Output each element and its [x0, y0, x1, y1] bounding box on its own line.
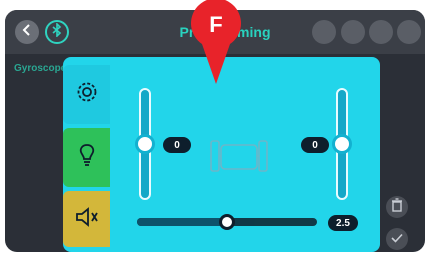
mode-button-4[interactable] [397, 20, 421, 44]
chevron-left-icon [21, 23, 33, 41]
right-slider-handle[interactable] [332, 134, 352, 154]
checkmark-icon [391, 230, 403, 248]
duration-value: 2.5 [328, 215, 358, 231]
mode-button-3[interactable] [369, 20, 393, 44]
mode-button-1[interactable] [312, 20, 336, 44]
left-slider-value: 0 [163, 137, 191, 153]
light-bulb-icon [75, 142, 99, 173]
right-slider-value: 0 [301, 137, 329, 153]
duration-slider-handle[interactable] [219, 214, 235, 230]
mode-button-2[interactable] [341, 20, 365, 44]
tab-sound[interactable] [63, 191, 110, 247]
left-slider-handle[interactable] [135, 134, 155, 154]
robot-icon [203, 135, 275, 186]
marker-letter: F [209, 12, 223, 37]
sensor-label: Gyroscope [14, 63, 67, 74]
confirm-button[interactable] [386, 228, 408, 250]
tab-light[interactable] [63, 128, 110, 187]
bluetooth-icon [51, 21, 63, 42]
duration-slider-fill [137, 218, 227, 226]
speaker-icon [74, 206, 100, 233]
gear-icon [75, 80, 99, 109]
tab-settings[interactable] [63, 65, 110, 124]
trash-icon [391, 197, 403, 217]
back-button[interactable] [15, 20, 39, 44]
bluetooth-button[interactable] [45, 20, 69, 44]
delete-button[interactable] [386, 196, 408, 218]
